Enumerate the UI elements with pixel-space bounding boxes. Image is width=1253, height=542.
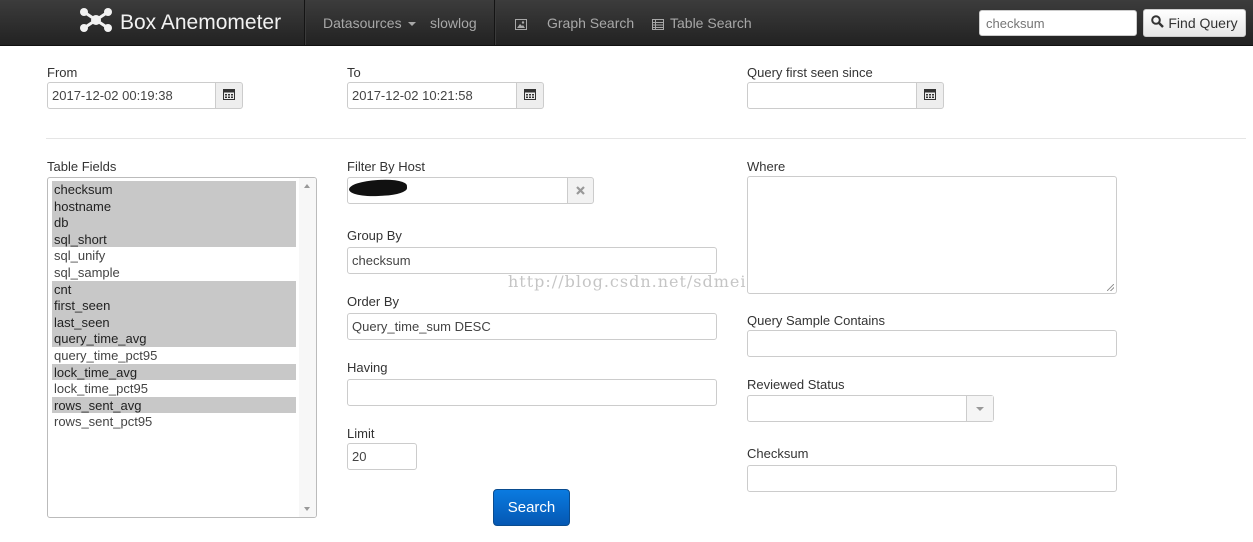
- table-fields-label: Table Fields: [47, 159, 117, 174]
- caret-down-icon: [407, 22, 416, 27]
- query-sample-contains-input[interactable]: [747, 330, 1117, 357]
- section-divider: [46, 138, 1246, 139]
- first-seen-calendar-button[interactable]: [916, 82, 944, 109]
- brand[interactable]: Box Anemometer: [78, 8, 281, 38]
- reviewed-status-dropdown-toggle[interactable]: [966, 396, 993, 421]
- table-fields-list: checksum hostname db sql_short sql_unify sql_…: [52, 181, 296, 430]
- nav-divider: [494, 0, 496, 45]
- query-first-seen-input[interactable]: [747, 82, 917, 109]
- clear-host-button[interactable]: [567, 177, 594, 204]
- where-textarea[interactable]: [747, 176, 1117, 294]
- nav-graph-search-label: Graph Search: [547, 15, 635, 31]
- table-field-option[interactable]: sql_short: [52, 230, 296, 248]
- calendar-icon: [223, 87, 235, 105]
- nav-graph-search[interactable]: Graph Search: [515, 15, 634, 33]
- checksum-input[interactable]: [747, 465, 1117, 492]
- group-by-input[interactable]: checksum: [347, 247, 717, 274]
- checksum-label: Checksum: [747, 446, 809, 461]
- table-field-option[interactable]: rows_sent_pct95: [52, 413, 296, 430]
- chevron-down-icon: [976, 406, 984, 411]
- picture-icon: [515, 17, 527, 33]
- order-by-input[interactable]: Query_time_sum DESC: [347, 313, 717, 340]
- from-label: From: [47, 65, 78, 80]
- order-by-label: Order By: [347, 294, 400, 309]
- table-field-option[interactable]: cnt: [52, 280, 296, 298]
- from-calendar-button[interactable]: [215, 82, 243, 109]
- checksum-search-input[interactable]: [979, 10, 1137, 36]
- table-field-option[interactable]: lock_time_avg: [52, 363, 296, 381]
- table-icon: [652, 17, 664, 33]
- find-query-label: Find Query: [1168, 15, 1238, 31]
- limit-label: Limit: [347, 426, 375, 441]
- table-field-option[interactable]: db: [52, 214, 296, 231]
- close-icon: [576, 182, 585, 200]
- filter-by-host-label: Filter By Host: [347, 159, 426, 174]
- reviewed-status-label: Reviewed Status: [747, 377, 845, 392]
- having-input[interactable]: [347, 379, 717, 406]
- molecule-logo-icon: [78, 7, 120, 39]
- table-field-option[interactable]: hostname: [52, 197, 296, 215]
- search-icon: [1151, 15, 1168, 31]
- having-label: Having: [347, 360, 388, 375]
- query-first-seen-label: Query first seen since: [747, 65, 873, 80]
- table-field-option[interactable]: first_seen: [52, 297, 296, 314]
- where-label: Where: [747, 159, 786, 174]
- resize-handle-icon[interactable]: [1107, 284, 1114, 291]
- table-field-option[interactable]: lock_time_pct95: [52, 380, 296, 397]
- to-label: To: [347, 65, 361, 80]
- to-date-input[interactable]: 2017-12-02 10:21:58: [347, 82, 517, 109]
- calendar-icon: [524, 87, 536, 105]
- top-navbar: Box Anemometer Datasources slowlog Graph…: [0, 0, 1253, 46]
- watermark-text: http://blog.csdn.net/sdmei: [508, 272, 747, 291]
- nav-datasources-label: Datasources: [323, 15, 402, 31]
- group-by-label: Group By: [347, 228, 402, 243]
- scroll-up-icon: [304, 184, 310, 188]
- scroll-down-icon: [304, 507, 310, 511]
- table-field-option[interactable]: rows_sent_avg: [52, 396, 296, 414]
- table-field-option[interactable]: query_time_pct95: [52, 347, 296, 364]
- nav-slowlog[interactable]: slowlog: [430, 15, 477, 31]
- table-field-option[interactable]: query_time_avg: [52, 330, 296, 347]
- table-field-option[interactable]: checksum: [52, 181, 296, 198]
- to-calendar-button[interactable]: [516, 82, 544, 109]
- table-fields-scrollbar[interactable]: [299, 178, 316, 517]
- query-sample-contains-label: Query Sample Contains: [747, 313, 886, 328]
- nav-divider: [304, 0, 306, 45]
- table-field-option[interactable]: last_seen: [52, 313, 296, 331]
- limit-input[interactable]: 20: [347, 443, 417, 470]
- table-fields-multiselect[interactable]: checksum hostname db sql_short sql_unify sql_…: [47, 177, 317, 518]
- table-field-option[interactable]: sql_unify: [52, 247, 296, 264]
- find-query-button[interactable]: Find Query: [1143, 9, 1246, 37]
- table-field-option[interactable]: sql_sample: [52, 264, 296, 281]
- brand-title: Box Anemometer: [120, 11, 282, 34]
- reviewed-status-select[interactable]: [747, 395, 994, 422]
- nav-table-search-label: Table Search: [670, 15, 752, 31]
- from-date-input[interactable]: 2017-12-02 00:19:38: [47, 82, 216, 109]
- calendar-icon: [924, 87, 936, 105]
- nav-datasources-dropdown[interactable]: Datasources: [323, 15, 416, 31]
- search-button[interactable]: Search: [493, 489, 570, 526]
- nav-table-search[interactable]: Table Search: [652, 15, 752, 33]
